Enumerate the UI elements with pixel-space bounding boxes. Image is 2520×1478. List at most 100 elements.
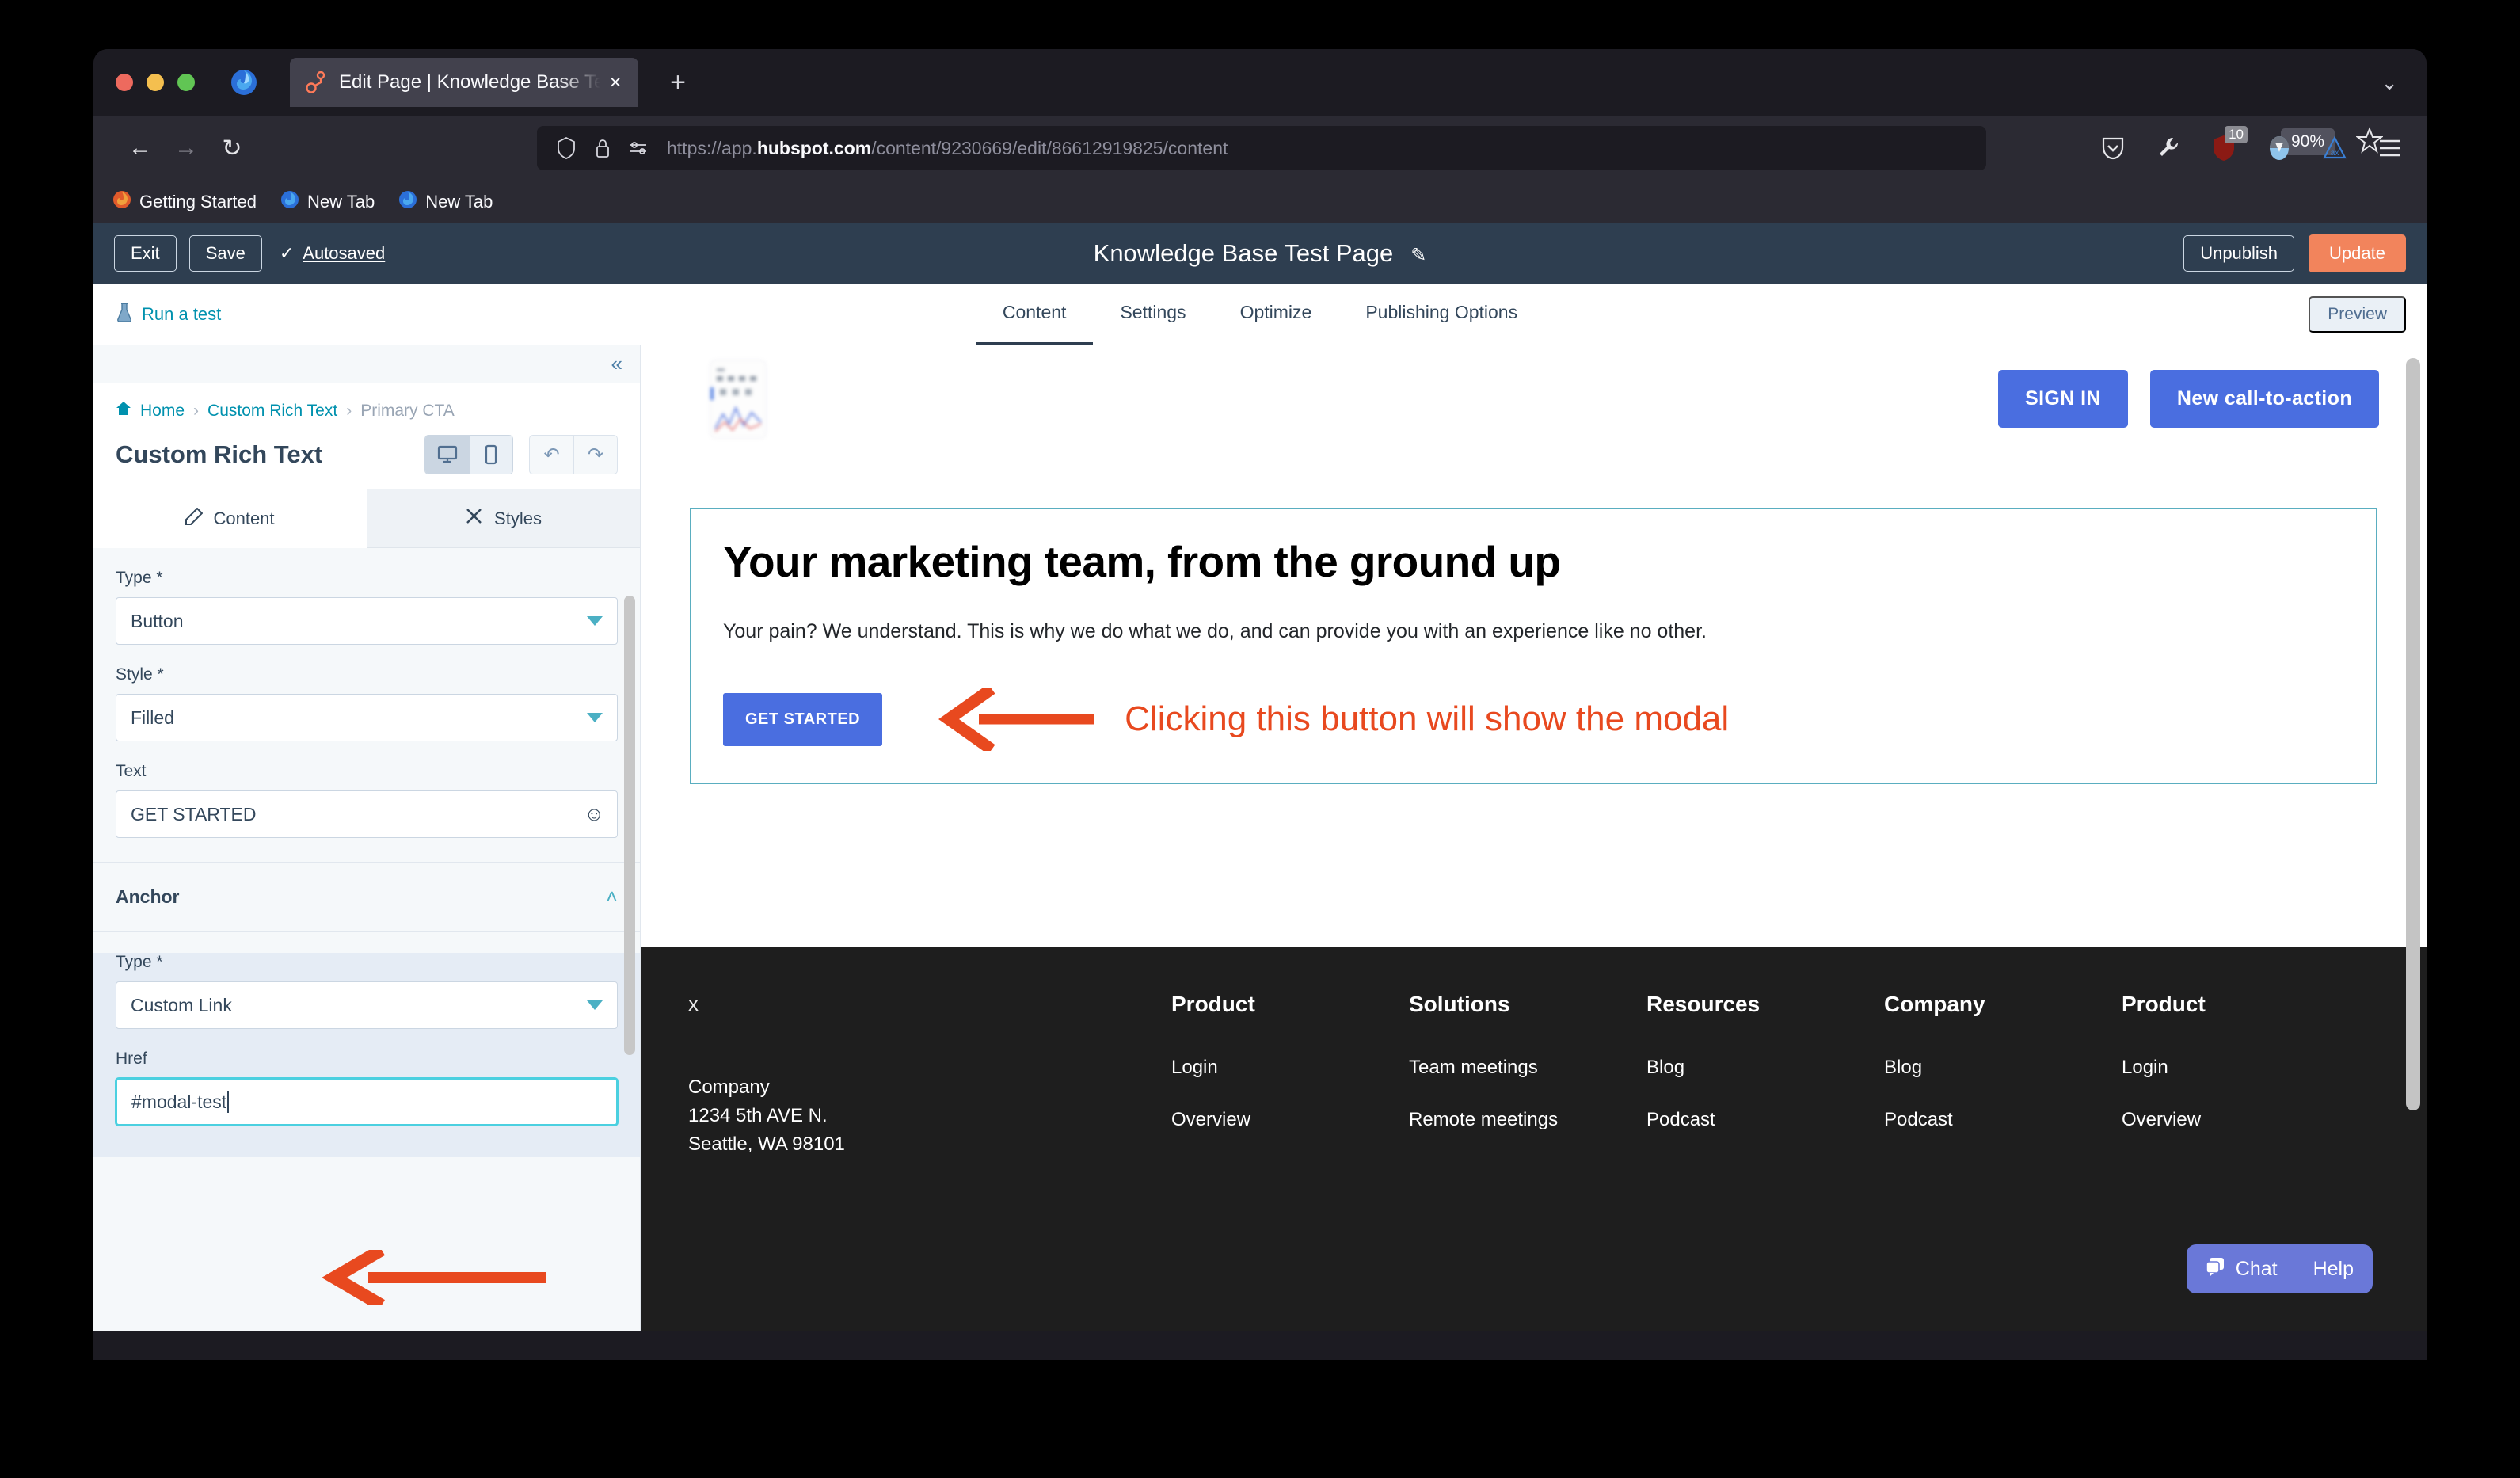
- sign-in-button[interactable]: SIGN IN: [1998, 370, 2128, 428]
- sidebar-scrollbar[interactable]: [624, 596, 635, 1055]
- page-preview-canvas: SIGN IN New call-to-action Your marketin…: [640, 345, 2427, 1331]
- footer-link[interactable]: Remote meetings: [1409, 1109, 1646, 1131]
- anchor-type-label: Type *: [116, 953, 618, 972]
- get-started-button[interactable]: GET STARTED: [723, 693, 882, 746]
- firefox-icon: [230, 68, 258, 97]
- new-tab-button[interactable]: +: [662, 69, 694, 96]
- selected-module[interactable]: Your marketing team, from the ground up …: [690, 508, 2377, 784]
- footer-link[interactable]: Login: [2122, 1057, 2359, 1079]
- type-select-value: Button: [131, 611, 184, 632]
- lock-icon[interactable]: [584, 138, 621, 158]
- window-controls[interactable]: [116, 74, 195, 91]
- site-logo: [688, 356, 807, 443]
- autosaved-status[interactable]: ✓ Autosaved: [280, 243, 385, 264]
- axe-icon[interactable]: ax: [2320, 134, 2349, 162]
- unpublish-button[interactable]: Unpublish: [2183, 235, 2294, 272]
- href-input[interactable]: #modal-test: [116, 1078, 618, 1126]
- footer-column-heading: Product: [2122, 992, 2359, 1017]
- autosaved-label[interactable]: Autosaved: [303, 243, 385, 264]
- annotation-arrow-group: Clicking this button will show the modal: [931, 688, 1729, 751]
- tab-optimize[interactable]: Optimize: [1213, 284, 1339, 345]
- chat-widget[interactable]: Chat Help: [2187, 1244, 2373, 1293]
- breadcrumb-parent[interactable]: Custom Rich Text: [207, 402, 337, 421]
- reload-button[interactable]: ↻: [209, 135, 255, 162]
- exit-button[interactable]: Exit: [114, 235, 177, 272]
- wrench-icon[interactable]: [2154, 134, 2183, 162]
- tracking-protection-icon[interactable]: [621, 139, 657, 157]
- bookmark-label: New Tab: [425, 192, 493, 212]
- tab-publishing-options[interactable]: Publishing Options: [1338, 284, 1544, 345]
- close-icon[interactable]: ×: [605, 73, 626, 93]
- footer-address: Company 1234 5th AVE N. Seattle, WA 9810…: [688, 1073, 1171, 1159]
- bookmark-item[interactable]: Getting Started: [112, 190, 257, 214]
- bookmark-item[interactable]: New Tab: [280, 190, 375, 214]
- sidebar-tab-content[interactable]: Content: [93, 489, 367, 548]
- anchor-section-header[interactable]: Anchor ˄: [93, 863, 640, 932]
- field-type: Type * Button: [93, 569, 640, 645]
- emoji-picker-icon[interactable]: ☺: [584, 803, 604, 826]
- footer-link[interactable]: Podcast: [1646, 1109, 1884, 1131]
- type-select[interactable]: Button: [116, 597, 618, 645]
- new-call-to-action-button[interactable]: New call-to-action: [2150, 370, 2379, 428]
- pocket-icon[interactable]: [2099, 134, 2127, 162]
- preview-button[interactable]: Preview: [2309, 296, 2406, 333]
- tab-content[interactable]: Content: [976, 284, 1094, 345]
- anchor-type-select[interactable]: Custom Link: [116, 981, 618, 1029]
- collapse-sidebar-icon[interactable]: «: [611, 352, 622, 376]
- module-paragraph: Your pain? We understand. This is why we…: [723, 620, 2344, 643]
- maximize-window-button[interactable]: [177, 74, 195, 91]
- update-button[interactable]: Update: [2309, 234, 2406, 272]
- home-icon[interactable]: [116, 401, 131, 421]
- browser-window: Edit Page | Knowledge Base Test × + ⌄ ← …: [93, 49, 2427, 1360]
- forward-button[interactable]: →: [163, 135, 209, 162]
- footer-column-heading: Solutions: [1409, 992, 1646, 1017]
- footer-column-heading: Company: [1884, 992, 2122, 1017]
- mobile-view-icon[interactable]: [469, 436, 512, 474]
- module-fields-section: Type * Button Style * Filled: [93, 569, 640, 863]
- footer-link[interactable]: Podcast: [1884, 1109, 2122, 1131]
- close-window-button[interactable]: [116, 74, 133, 91]
- save-button[interactable]: Save: [189, 235, 262, 272]
- sidebar-tab-styles[interactable]: Styles: [367, 489, 640, 548]
- undo-icon[interactable]: ↶: [530, 436, 573, 474]
- footer-logo-mark: x: [688, 992, 1171, 1016]
- canvas-scrollbar[interactable]: [2406, 358, 2420, 1110]
- firefox-icon: [112, 190, 131, 214]
- tab-settings[interactable]: Settings: [1093, 284, 1212, 345]
- shield-icon[interactable]: [548, 137, 584, 159]
- href-input-value: #modal-test: [131, 1091, 226, 1113]
- ublock-shield-icon[interactable]: 10: [2210, 134, 2238, 162]
- desktop-view-icon[interactable]: [425, 436, 469, 474]
- breadcrumb-home[interactable]: Home: [140, 402, 185, 421]
- sidebar-collapse-bar: «: [93, 345, 640, 383]
- footer-link[interactable]: Overview: [1171, 1109, 1409, 1131]
- chat-button[interactable]: Chat: [2187, 1244, 2294, 1293]
- footer-link[interactable]: Login: [1171, 1057, 1409, 1079]
- pencil-icon[interactable]: ✎: [1410, 245, 1426, 266]
- url-path: /content/9230669/edit/86612919825/conten…: [871, 138, 1228, 158]
- chevron-down-icon[interactable]: ⌄: [2381, 70, 2398, 95]
- undo-redo-group: ↶ ↷: [529, 435, 618, 474]
- bookmark-item[interactable]: New Tab: [398, 190, 493, 214]
- back-button[interactable]: ←: [117, 135, 163, 162]
- style-select[interactable]: Filled: [116, 694, 618, 741]
- footer-company-name: Company: [688, 1073, 1171, 1102]
- minimize-window-button[interactable]: [147, 74, 164, 91]
- firefox-icon: [280, 190, 299, 214]
- help-button[interactable]: Help: [2294, 1244, 2373, 1293]
- footer-link[interactable]: Overview: [2122, 1109, 2359, 1131]
- extension-icon[interactable]: [2265, 134, 2294, 162]
- hamburger-menu-icon[interactable]: [2376, 134, 2404, 162]
- footer-link[interactable]: Team meetings: [1409, 1057, 1646, 1079]
- url-bar[interactable]: https://app.hubspot.com/content/9230669/…: [537, 126, 1986, 170]
- footer-company-street: 1234 5th AVE N.: [688, 1102, 1171, 1130]
- chevron-up-icon[interactable]: ˄: [606, 885, 618, 909]
- anchor-section-body: Type * Custom Link Href #modal-test: [93, 953, 640, 1157]
- field-text-label: Text: [116, 762, 618, 781]
- text-input[interactable]: GET STARTED ☺: [116, 790, 618, 838]
- browser-tab[interactable]: Edit Page | Knowledge Base Test ×: [290, 58, 638, 107]
- footer-link[interactable]: Blog: [1646, 1057, 1884, 1079]
- href-label: Href: [116, 1049, 618, 1069]
- footer-link[interactable]: Blog: [1884, 1057, 2122, 1079]
- redo-icon[interactable]: ↷: [573, 436, 617, 474]
